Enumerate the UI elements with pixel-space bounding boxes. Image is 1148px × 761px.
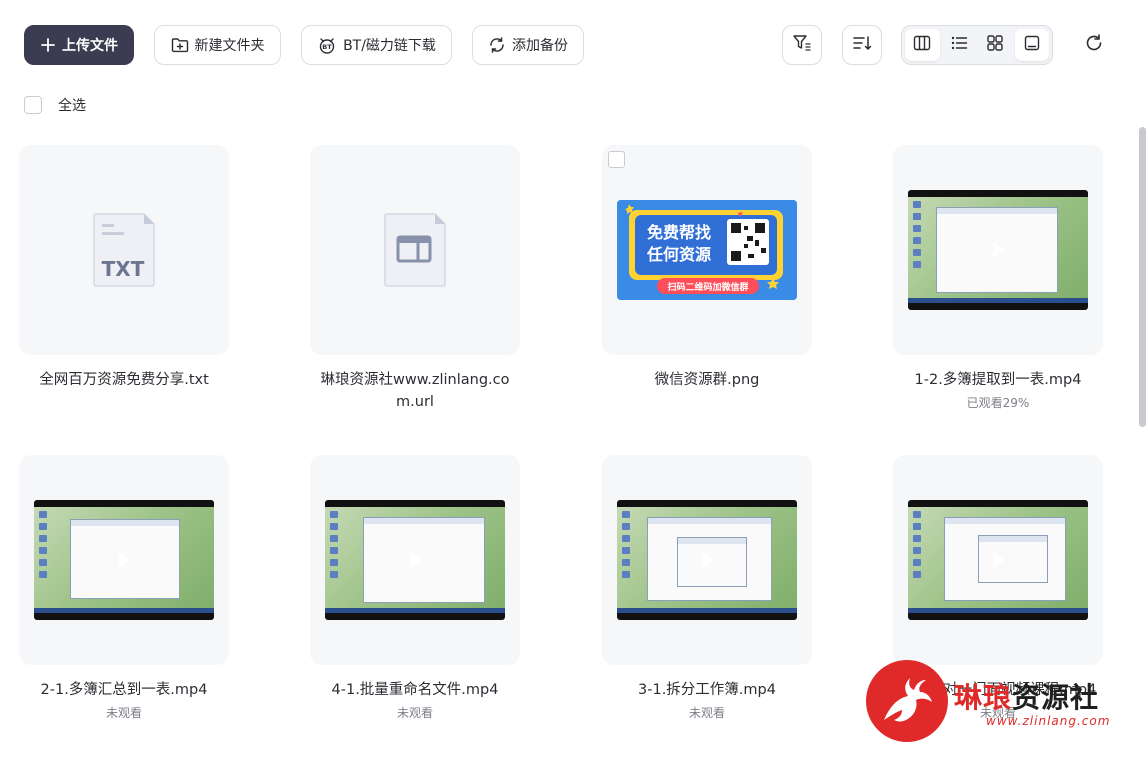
select-all-label: 全选: [58, 98, 86, 114]
file-thumbnail[interactable]: [310, 455, 520, 665]
view-preview-option[interactable]: [1014, 29, 1049, 61]
file-name[interactable]: 1-2.多簿提取到一表.mp4: [893, 369, 1103, 391]
file-thumbnail[interactable]: [602, 455, 812, 665]
svg-text:任何资源: 任何资源: [646, 245, 711, 264]
preview-icon: [1023, 35, 1041, 55]
svg-text:扫码二维码加微信群: 扫码二维码加微信群: [667, 281, 748, 293]
watermark-url: www.zlinlang.com: [986, 714, 1111, 728]
file-thumbnail[interactable]: [310, 145, 520, 355]
file-card[interactable]: 1-2.多簿提取到一表.mp4 已观看29%: [893, 145, 1103, 411]
file-thumbnail[interactable]: [19, 455, 229, 665]
file-checkbox[interactable]: [608, 151, 625, 168]
sort-button[interactable]: [842, 25, 882, 65]
video-thumbnail: [908, 500, 1088, 620]
deer-logo-icon: [866, 660, 948, 742]
watch-progress: 未观看: [688, 706, 725, 720]
scrollbar-thumb[interactable]: [1139, 127, 1146, 427]
txt-file-icon: TXT: [92, 212, 156, 288]
play-icon: [702, 552, 714, 568]
watch-progress: 未观看: [105, 706, 142, 720]
file-card[interactable]: 2-1.多簿汇总到一表.mp4 未观看: [19, 455, 229, 721]
svg-text:BT: BT: [322, 43, 332, 51]
watch-progress: 未观看: [396, 706, 433, 720]
play-icon: [993, 242, 1005, 258]
file-name[interactable]: 琳琅资源社www.zlinlang.com.url: [310, 369, 520, 413]
sort-icon: [852, 34, 872, 56]
watermark-brand: 琳琅资源社: [954, 681, 1100, 714]
file-card[interactable]: 琳琅资源社www.zlinlang.com.url: [310, 145, 520, 413]
bt-download-button[interactable]: BT BT/磁力链下载: [301, 25, 452, 65]
play-icon: [119, 552, 131, 568]
select-all[interactable]: 全选: [24, 95, 86, 115]
file-thumbnail[interactable]: [893, 145, 1103, 355]
file-card[interactable]: 4-1.批量重命名文件.mp4 未观看: [310, 455, 520, 721]
file-card[interactable]: 3-1.拆分工作簿.mp4 未观看: [602, 455, 812, 721]
file-name[interactable]: 4-1.批量重命名文件.mp4: [310, 679, 520, 701]
file-card[interactable]: 免费帮找 任何资源 扫码二维码加微信群 微信资源群.png: [602, 145, 812, 391]
play-icon: [410, 552, 422, 568]
plus-icon: [40, 37, 56, 53]
file-thumbnail[interactable]: [893, 455, 1103, 665]
watch-progress: 已观看29%: [966, 396, 1030, 410]
list-icon: [950, 35, 968, 55]
svg-text:TXT: TXT: [102, 257, 145, 281]
file-name[interactable]: 3-1.拆分工作簿.mp4: [602, 679, 812, 701]
svg-text:免费帮找: 免费帮找: [647, 223, 711, 242]
promo-image: 免费帮找 任何资源 扫码二维码加微信群: [617, 200, 797, 300]
watermark-logo: 琳琅资源社 www.zlinlang.com: [866, 660, 1126, 746]
refresh-button[interactable]: [1076, 25, 1112, 65]
view-columns-option[interactable]: [905, 29, 940, 61]
file-name[interactable]: 2-1.多簿汇总到一表.mp4: [19, 679, 229, 701]
file-thumbnail[interactable]: TXT: [19, 145, 229, 355]
view-list-option[interactable]: [942, 29, 977, 61]
add-backup-label: 添加备份: [512, 38, 568, 54]
add-backup-button[interactable]: 添加备份: [472, 25, 584, 65]
video-thumbnail: [325, 500, 505, 620]
file-card[interactable]: TXT 全网百万资源免费分享.txt: [19, 145, 229, 391]
new-folder-button[interactable]: 新建文件夹: [154, 25, 281, 65]
bt-icon: BT: [317, 36, 337, 54]
bt-download-label: BT/磁力链下载: [343, 38, 436, 54]
columns-icon: [913, 35, 931, 55]
grid-icon: [986, 35, 1004, 55]
url-file-icon: [383, 212, 447, 288]
filter-icon: [792, 34, 812, 56]
view-mode-group: [901, 25, 1053, 65]
select-all-checkbox[interactable]: [24, 96, 42, 114]
video-thumbnail: [34, 500, 214, 620]
folder-plus-icon: [171, 37, 189, 53]
file-name[interactable]: 微信资源群.png: [602, 369, 812, 391]
upload-label: 上传文件: [62, 38, 118, 54]
filter-button[interactable]: [782, 25, 822, 65]
file-name[interactable]: 全网百万资源免费分享.txt: [19, 369, 229, 391]
new-folder-label: 新建文件夹: [194, 38, 265, 54]
play-icon: [993, 552, 1005, 568]
refresh-icon: [1084, 33, 1104, 57]
video-thumbnail: [908, 190, 1088, 310]
upload-button[interactable]: 上传文件: [24, 25, 134, 65]
file-thumbnail[interactable]: 免费帮找 任何资源 扫码二维码加微信群: [602, 145, 812, 355]
sync-icon: [488, 36, 506, 54]
toolbar: 上传文件 新建文件夹 BT BT/磁力链下载 添加备份: [24, 25, 1108, 65]
video-thumbnail: [617, 500, 797, 620]
view-grid-option[interactable]: [978, 29, 1013, 61]
